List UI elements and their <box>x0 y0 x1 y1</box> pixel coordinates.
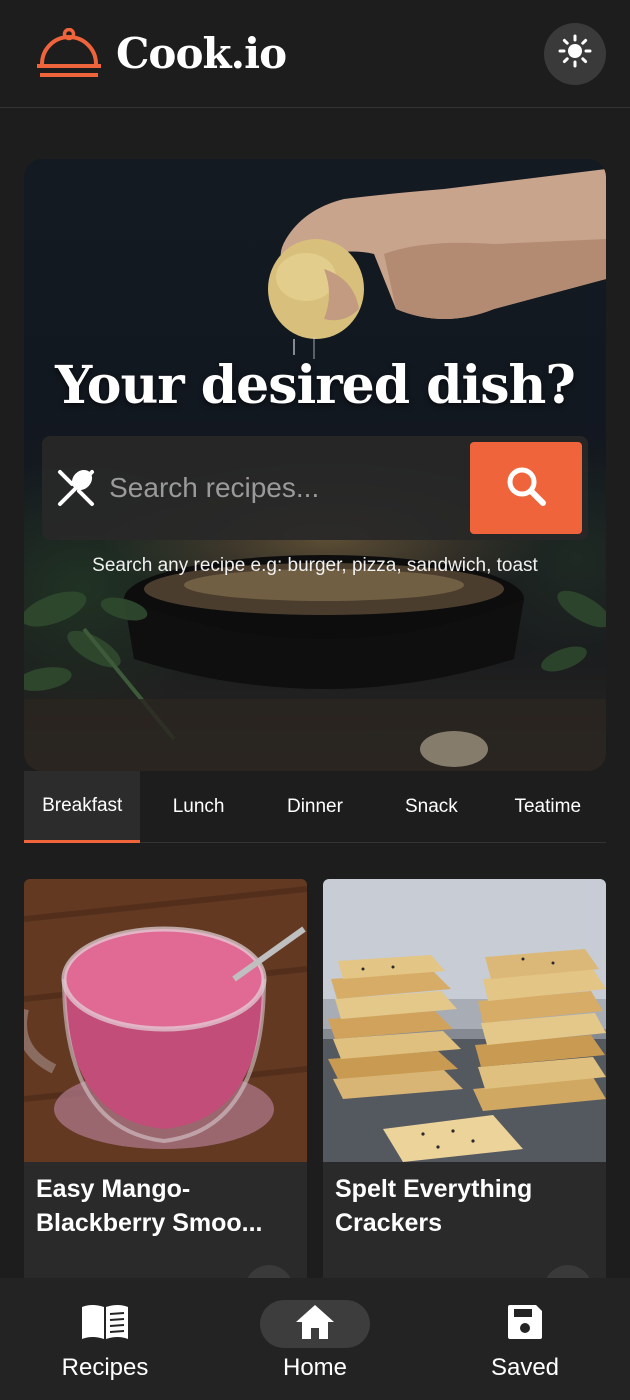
nav-saved[interactable]: Saved <box>420 1278 630 1400</box>
search-button[interactable] <box>470 442 582 534</box>
nav-icon-container <box>470 1300 580 1348</box>
theme-toggle-button[interactable] <box>544 22 606 85</box>
tab-lunch[interactable]: Lunch <box>140 771 256 843</box>
home-icon <box>294 1303 336 1346</box>
search-bar <box>42 436 588 540</box>
cloche-icon <box>36 27 102 80</box>
book-icon <box>80 1303 130 1346</box>
app-header: Cook.io <box>0 0 630 108</box>
nav-icon-container <box>260 1300 370 1348</box>
brand[interactable]: Cook.io <box>36 27 287 80</box>
search-hint: Search any recipe e.g: burger, pizza, sa… <box>92 555 538 576</box>
nav-label: Home <box>282 1354 348 1381</box>
search-icon <box>504 464 548 513</box>
fork-spoon-icon <box>42 466 109 510</box>
recipe-card[interactable]: Spelt Everything Crackers <box>323 879 606 1299</box>
recipe-title: Easy Mango-Blackberry Smoo... <box>36 1175 263 1237</box>
recipe-card[interactable]: Easy Mango-Blackberry Smoo... <box>24 879 307 1299</box>
tab-dinner[interactable]: Dinner <box>257 771 373 843</box>
nav-icon-container <box>50 1300 160 1348</box>
nav-recipes[interactable]: Recipes <box>0 1278 210 1400</box>
brand-name: Cook.io <box>116 29 287 78</box>
floppy-disk-icon <box>506 1303 544 1346</box>
recipe-title: Spelt Everything Crackers <box>335 1175 533 1237</box>
recipe-image <box>24 879 307 1162</box>
tab-snack[interactable]: Snack <box>373 771 489 843</box>
nav-label: Saved <box>490 1354 560 1381</box>
nav-home[interactable]: Home <box>210 1278 420 1400</box>
search-input[interactable] <box>109 458 471 518</box>
hero-title: Your desired dish? <box>55 355 576 416</box>
recipe-image <box>323 879 606 1162</box>
tab-teatime[interactable]: Teatime <box>490 771 606 843</box>
tab-breakfast[interactable]: Breakfast <box>24 771 141 843</box>
bottom-navigation: Recipes Home Saved <box>0 1278 630 1400</box>
hero-banner: Your desired dish? Search any recipe <box>24 159 606 771</box>
meal-type-tabs: Breakfast Lunch Dinner Snack Teatime <box>24 771 606 843</box>
sun-icon <box>558 34 592 73</box>
nav-label: Recipes <box>61 1354 149 1381</box>
